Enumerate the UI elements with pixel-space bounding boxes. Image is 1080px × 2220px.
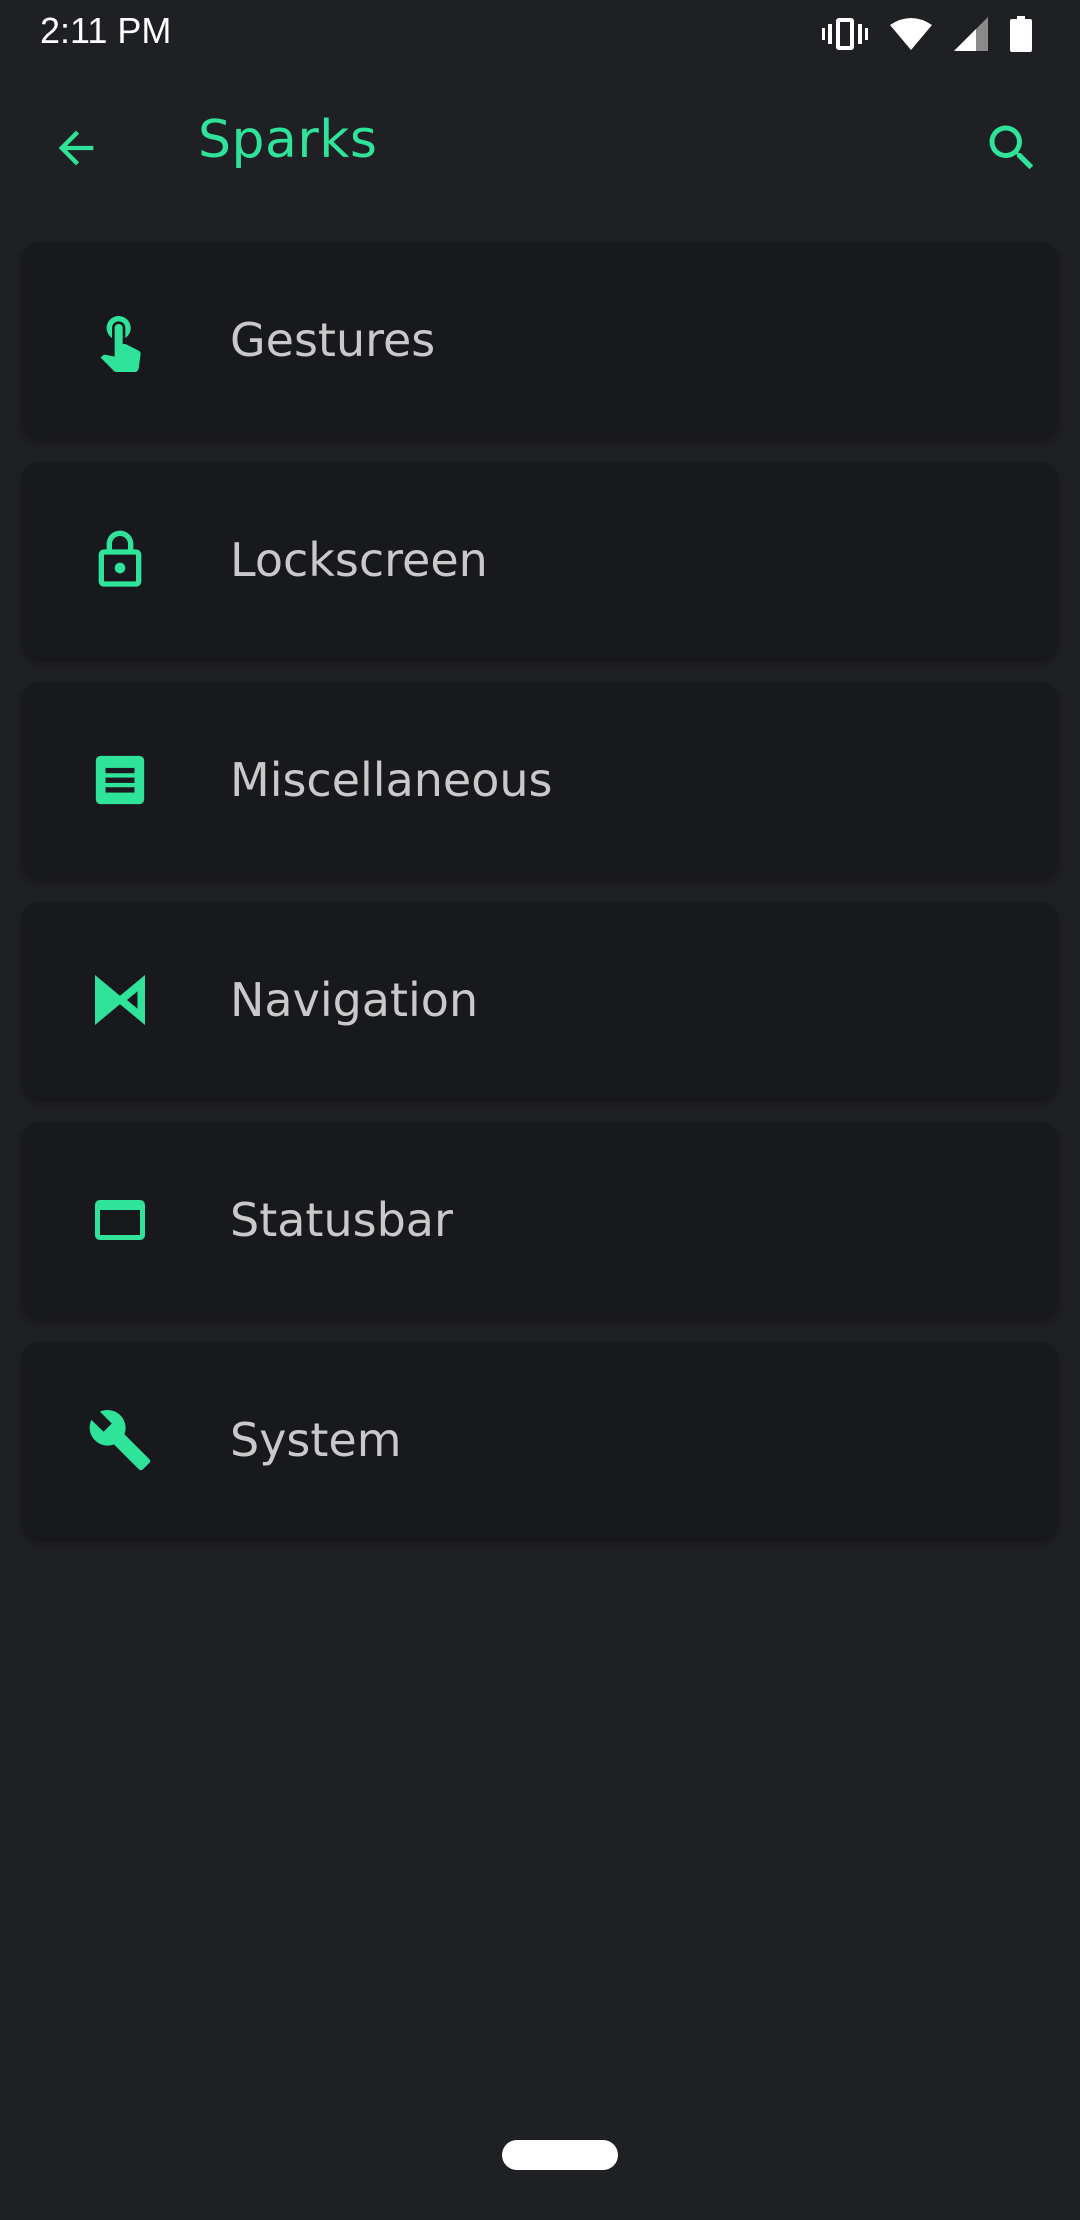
menu-item-label: Miscellaneous xyxy=(230,753,553,807)
search-button[interactable] xyxy=(974,112,1050,188)
menu-item-navigation[interactable]: Navigation xyxy=(22,902,1058,1098)
status-time: 2:11 PM xyxy=(40,10,172,51)
touch-app-icon xyxy=(84,304,156,376)
lock-icon xyxy=(84,524,156,596)
wifi-icon xyxy=(890,17,932,51)
document-icon xyxy=(84,744,156,816)
page-title: Sparks xyxy=(198,110,378,170)
signal-icon xyxy=(954,17,988,51)
menu-item-label: Lockscreen xyxy=(230,533,488,587)
arrow-left-icon xyxy=(50,122,102,178)
app-bar: Sparks xyxy=(0,90,1080,200)
battery-icon xyxy=(1010,16,1032,52)
wrench-icon xyxy=(84,1404,156,1476)
menu-item-label: System xyxy=(230,1413,402,1467)
menu-item-label: Navigation xyxy=(230,973,479,1027)
menu-item-label: Statusbar xyxy=(230,1193,453,1247)
status-icons xyxy=(822,14,1032,54)
menu-item-label: Gestures xyxy=(230,313,436,367)
home-gesture-handle[interactable] xyxy=(502,2140,618,2170)
window-icon xyxy=(84,1184,156,1256)
menu-item-miscellaneous[interactable]: Miscellaneous xyxy=(22,682,1058,878)
navigation-icon xyxy=(84,964,156,1036)
vibrate-icon xyxy=(822,16,868,52)
search-icon xyxy=(982,118,1042,182)
menu-item-system[interactable]: System xyxy=(22,1342,1058,1538)
menu-item-gestures[interactable]: Gestures xyxy=(22,242,1058,438)
status-bar: 2:11 PM xyxy=(0,0,1080,70)
menu-item-statusbar[interactable]: Statusbar xyxy=(22,1122,1058,1318)
menu-item-lockscreen[interactable]: Lockscreen xyxy=(22,462,1058,658)
back-button[interactable] xyxy=(40,114,112,186)
menu-list: Gestures Lockscreen Miscellaneous Naviga… xyxy=(22,242,1058,1562)
